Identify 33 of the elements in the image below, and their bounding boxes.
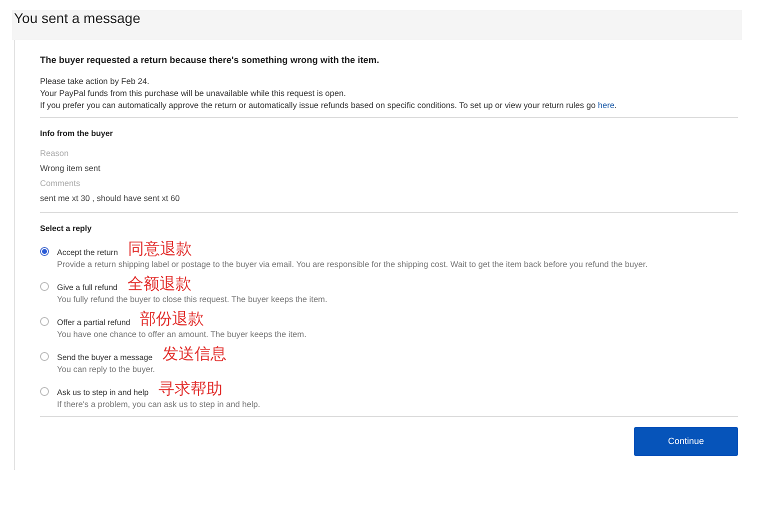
- radio-button[interactable]: [40, 282, 49, 291]
- option-description: You can reply to the buyer.: [57, 364, 156, 375]
- option-description: If there's a problem, you can ask us to step in and help.: [57, 398, 260, 410]
- info-text: Your PayPal funds from this purchase will be unavailable while this request is open.: [40, 86, 347, 99]
- annotation-text: 寻求帮助: [158, 380, 223, 399]
- info-text: Please take action by Feb 24.: [40, 74, 150, 87]
- field-label: Reason: [40, 146, 70, 160]
- section-heading: Info from the buyer: [40, 128, 114, 140]
- option-label: Offer a partial refund: [57, 316, 130, 329]
- page-title: You sent a message: [14, 10, 140, 26]
- annotation-text: 同意退款: [128, 240, 192, 259]
- annotation-text: 部份退款: [140, 310, 204, 329]
- option-description: Provide a return shipping label or postage to the buyer via email. You are responsible for the shipping cost. Wait to get the item back before you refund the buyer.: [57, 258, 648, 270]
- continue-button[interactable]: Continue: [634, 426, 738, 456]
- here-link[interactable]: here: [598, 100, 614, 110]
- option-label: Send the buyer a message: [57, 352, 153, 364]
- annotation-text: 发送信息: [162, 346, 227, 364]
- annotation-text: 全额退款: [127, 276, 192, 294]
- option-label: Give a full refund: [57, 282, 118, 294]
- field-value: sent me xt 30 , should have sent xt 60: [40, 192, 181, 205]
- field-label: Comments: [40, 176, 82, 190]
- field-value: Wrong item sent: [40, 162, 102, 175]
- option-label: Ask us to step in and help: [57, 386, 149, 399]
- radio-button[interactable]: [40, 352, 49, 361]
- section-heading: Select a reply: [40, 222, 93, 235]
- request-heading: The buyer requested a return because there's something wrong with the item.: [40, 54, 380, 67]
- option-label: Accept the return: [57, 246, 118, 259]
- radio-button[interactable]: [40, 386, 49, 396]
- rules-text: If you prefer you can automatically approve the return or automatically issue refunds based on specific conditions. To set up or view your return rules go here.: [40, 98, 618, 111]
- option-description: You have one chance to offer an amount. The buyer keeps the item.: [57, 328, 306, 340]
- option-description: You fully refund the buyer to close this request. The buyer keeps the item.: [57, 294, 328, 305]
- radio-button[interactable]: [40, 316, 49, 326]
- radio-button[interactable]: [40, 246, 49, 256]
